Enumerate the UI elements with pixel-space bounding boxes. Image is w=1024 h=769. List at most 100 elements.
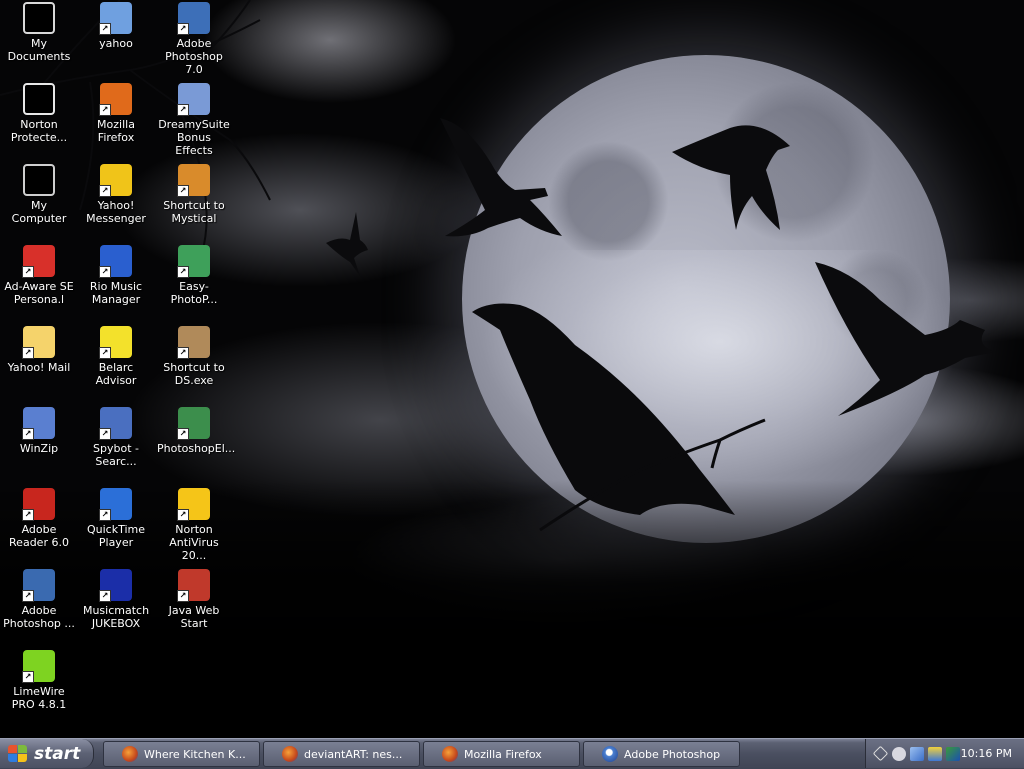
belarc-advisor-icon: ↗ xyxy=(99,326,132,359)
desktop-icon-label: Rio Music Manager xyxy=(89,280,143,306)
rio-music-icon: ↗ xyxy=(99,245,132,278)
desktop-icon-label: Spybot - Searc... xyxy=(93,442,139,468)
desktop-icon[interactable]: ↗ Shortcut to Mystical xyxy=(155,164,233,225)
taskbar-button-where-kitchen[interactable]: Where Kitchen K... xyxy=(103,741,260,767)
desktop-icon-label: Java Web Start xyxy=(168,604,220,630)
shortcut-arrow-icon: ↗ xyxy=(99,590,111,602)
desktop-icon[interactable]: ↗ yahoo xyxy=(77,2,155,50)
desktop-icon[interactable]: ↗ Belarc Advisor xyxy=(77,326,155,387)
desktop-icon[interactable]: Norton Protecte... xyxy=(0,83,78,144)
messenger-tray-icon[interactable] xyxy=(892,746,906,761)
start-button[interactable]: start xyxy=(0,739,94,768)
desktop-icon-label: Norton Protecte... xyxy=(10,118,68,144)
desktop-icon[interactable]: ↗ Yahoo! Mail xyxy=(0,326,78,374)
yahoo-messenger-icon: ↗ xyxy=(99,164,132,197)
clock[interactable]: 10:16 PM xyxy=(961,747,1012,760)
desktop-icon[interactable]: ↗ Easy-PhotoP... xyxy=(155,245,233,306)
taskbar-button-adobe-photoshop[interactable]: Adobe Photoshop xyxy=(583,741,740,767)
firefox-icon: ↗ xyxy=(99,83,132,116)
shortcut-arrow-icon: ↗ xyxy=(99,185,111,197)
shortcut-arrow-icon: ↗ xyxy=(177,23,189,35)
mystical-icon: ↗ xyxy=(177,164,210,197)
desktop-icon-label: LimeWire PRO 4.8.1 xyxy=(11,685,67,711)
desktop-icon[interactable]: ↗ LimeWire PRO 4.8.1 xyxy=(0,650,78,711)
norton-antivirus-icon: ↗ xyxy=(177,488,210,521)
desktop-icon[interactable]: ↗ Adobe Photoshop ... xyxy=(0,569,78,630)
small-raven xyxy=(326,212,368,276)
shortcut-arrow-icon: ↗ xyxy=(99,347,111,359)
taskbar-button-label: deviantART: nes... xyxy=(304,747,403,761)
yahoo-rocket-tray-icon[interactable] xyxy=(910,746,924,761)
desktop-icon-label: Ad-Aware SE Persona.l xyxy=(4,280,74,306)
system-tray: 10:16 PM xyxy=(865,739,1024,768)
desktop-icon-label: Belarc Advisor xyxy=(95,361,137,387)
desktop-icon-label: Adobe Photoshop ... xyxy=(3,604,75,630)
desktop-icon-label: Norton AntiVirus 20... xyxy=(169,523,219,562)
desktop-icon-label: Shortcut to DS.exe xyxy=(163,361,225,387)
desktop-icon-label: My Documents xyxy=(7,37,71,63)
desktop-icon[interactable]: My Documents xyxy=(0,2,78,63)
shortcut-arrow-icon: ↗ xyxy=(99,23,111,35)
taskbar-button-mozilla-firefox[interactable]: Mozilla Firefox xyxy=(423,741,580,767)
shortcut-arrow-icon: ↗ xyxy=(177,104,189,116)
firefox-icon xyxy=(282,746,298,762)
desktop-icon[interactable]: ↗ Adobe Photoshop 7.0 xyxy=(155,2,233,76)
shortcut-arrow-icon: ↗ xyxy=(22,347,34,359)
shortcut-arrow-icon: ↗ xyxy=(177,509,189,521)
desktop-icon-label: Adobe Photoshop 7.0 xyxy=(165,37,223,76)
shortcut-arrow-icon: ↗ xyxy=(22,671,34,683)
desktop-icon[interactable]: ↗ DreamySuite Bonus Effects xyxy=(155,83,233,157)
java-icon: ↗ xyxy=(177,569,210,602)
desktop-icon-label: yahoo xyxy=(99,37,133,50)
taskbar-button-label: Where Kitchen K... xyxy=(144,747,246,761)
desktop-icon-label: DreamySuite Bonus Effects xyxy=(158,118,230,157)
shortcut-arrow-icon: ↗ xyxy=(22,428,34,440)
firefox-icon xyxy=(442,746,458,762)
shortcut-arrow-icon: ↗ xyxy=(22,509,34,521)
shortcut-arrow-icon: ↗ xyxy=(99,104,111,116)
desktop-icon[interactable]: ↗ Java Web Start xyxy=(155,569,233,630)
shortcut-arrow-icon: ↗ xyxy=(177,428,189,440)
yahoo-rocket-icon: ↗ xyxy=(99,2,132,35)
desktop-icon-label: My Computer xyxy=(11,199,67,225)
desktop-icon-label: Musicmatch JUKEBOX xyxy=(82,604,150,630)
desktop-icon[interactable]: ↗ Rio Music Manager xyxy=(77,245,155,306)
desktop-icon[interactable]: ↗ Yahoo! Messenger xyxy=(77,164,155,225)
desktop-icon[interactable]: ↗ Norton AntiVirus 20... xyxy=(155,488,233,562)
network-tray-icon[interactable] xyxy=(928,746,942,761)
desktop-icon[interactable]: ↗ Spybot - Searc... xyxy=(77,407,155,468)
desktop-icon[interactable]: ↗ QuickTime Player xyxy=(77,488,155,549)
quicktime-icon: ↗ xyxy=(99,488,132,521)
musicmatch-icon: ↗ xyxy=(99,569,132,602)
winzip-icon: ↗ xyxy=(22,407,55,440)
desktop-icon[interactable]: ↗ Musicmatch JUKEBOX xyxy=(77,569,155,630)
desktop-icon-label: PhotoshopEl... xyxy=(157,442,236,455)
taskbar-button-deviantart[interactable]: deviantART: nes... xyxy=(263,741,420,767)
desktop-icon[interactable]: ↗ Ad-Aware SE Persona.l xyxy=(0,245,78,306)
raven-flying-center xyxy=(440,118,562,237)
shortcut-arrow-icon: ↗ xyxy=(22,266,34,278)
shortcut-arrow-icon: ↗ xyxy=(99,509,111,521)
raven-perched xyxy=(472,303,735,515)
shortcut-arrow-icon: ↗ xyxy=(177,266,189,278)
spybot-icon: ↗ xyxy=(99,407,132,440)
desktop-icon-label: Yahoo! Messenger xyxy=(86,199,146,225)
desktop-icon-label: Adobe Reader 6.0 xyxy=(9,523,69,549)
desktop-icon[interactable]: ↗ WinZip xyxy=(0,407,78,455)
desktop-icon-label: Yahoo! Mail xyxy=(7,361,71,374)
desktop-icon[interactable]: ↗ PhotoshopEl... xyxy=(155,407,235,455)
shortcut-arrow-icon: ↗ xyxy=(177,185,189,197)
norton-tray-icon[interactable] xyxy=(946,746,960,761)
start-label: start xyxy=(34,743,81,764)
limewire-icon: ↗ xyxy=(22,650,55,683)
desktop-icon[interactable]: ↗ Shortcut to DS.exe xyxy=(155,326,233,387)
desktop-icon-label: Easy-PhotoP... xyxy=(170,280,218,306)
desktop-icon[interactable]: My Computer xyxy=(0,164,78,225)
taskbar-button-label: Adobe Photoshop xyxy=(624,747,721,761)
desktop-icon[interactable]: ↗ Mozilla Firefox xyxy=(77,83,155,144)
desktop-icon[interactable]: ↗ Adobe Reader 6.0 xyxy=(0,488,78,549)
show-hidden-icons-chevron[interactable] xyxy=(872,745,889,762)
shortcut-arrow-icon: ↗ xyxy=(99,428,111,440)
shortcut-arrow-icon: ↗ xyxy=(177,347,189,359)
my-computer-icon xyxy=(23,164,55,196)
